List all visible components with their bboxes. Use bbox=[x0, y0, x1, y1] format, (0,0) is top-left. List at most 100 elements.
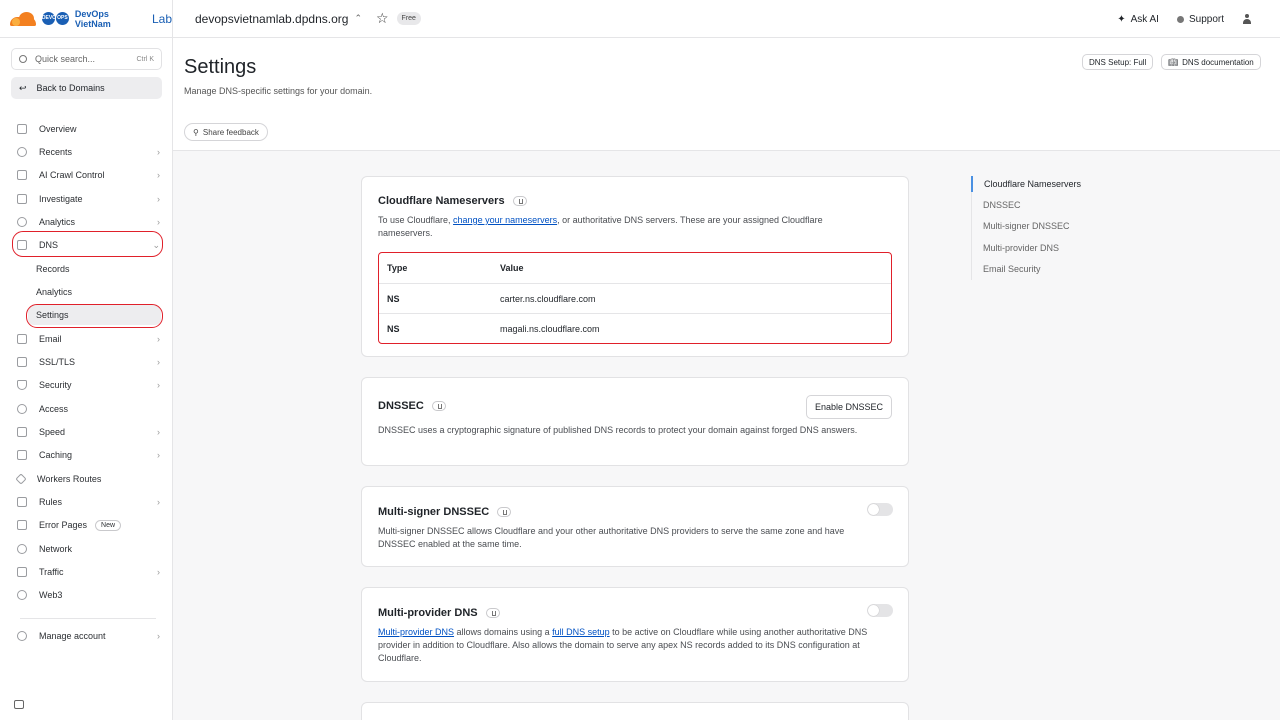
sidebar-item-ssl-tls[interactable]: SSL/TLS › bbox=[14, 352, 160, 372]
new-badge: New bbox=[95, 519, 122, 531]
quick-search-input[interactable]: Quick search... Ctrl K bbox=[11, 48, 162, 70]
sidebar: Quick search... Ctrl K ↩ Back to Domains… bbox=[0, 38, 173, 720]
chevron-right-icon: › bbox=[157, 380, 160, 390]
sidebar-item-label: Access bbox=[39, 404, 69, 414]
table-row: NS carter.ns.cloudflare.com bbox=[379, 283, 891, 313]
collapse-sidebar-icon[interactable] bbox=[14, 700, 24, 709]
share-feedback-label: Share feedback bbox=[202, 127, 259, 137]
dnssec-description: DNSSEC uses a cryptographic signature of… bbox=[378, 425, 858, 435]
star-icon[interactable]: ☆ bbox=[376, 10, 389, 27]
sidebar-item-manage-account[interactable]: Manage account › bbox=[14, 626, 160, 646]
sidebar-item-network[interactable]: Network bbox=[14, 539, 160, 559]
toc-email-security[interactable]: Email Security bbox=[971, 261, 1041, 277]
search-icon bbox=[19, 55, 27, 63]
book-icon[interactable] bbox=[497, 507, 512, 517]
sparkle-icon: ✦ bbox=[1117, 13, 1126, 25]
lock-icon bbox=[17, 357, 27, 367]
investigate-icon bbox=[17, 194, 27, 204]
full-dns-setup-link[interactable]: full DNS setup bbox=[552, 627, 610, 637]
sidebar-item-analytics[interactable]: Analytics › bbox=[14, 212, 160, 232]
multisigner-card: Multi-signer DNSSEC Multi-signer DNSSEC … bbox=[361, 486, 909, 567]
domain-selector[interactable]: devopsvietnamlab.dpdns.org ⌃ bbox=[195, 12, 362, 26]
nameservers-card: Cloudflare Nameservers To use Cloudflare… bbox=[361, 176, 909, 357]
sidebar-item-rules[interactable]: Rules › bbox=[14, 492, 160, 512]
badge-left: DEVO bbox=[41, 12, 56, 25]
dnssec-card: DNSSEC Enable DNSSEC DNSSEC uses a crypt… bbox=[361, 377, 909, 466]
back-to-domains-button[interactable]: ↩ Back to Domains bbox=[11, 77, 162, 99]
book-icon[interactable] bbox=[485, 608, 500, 618]
toc-multisigner[interactable]: Multi-signer DNSSEC bbox=[971, 218, 1070, 234]
sidebar-item-label: SSL/TLS bbox=[39, 357, 76, 367]
sidebar-item-ai-crawl-control[interactable]: AI Crawl Control › bbox=[14, 165, 160, 185]
sidebar-item-overview[interactable]: Overview bbox=[14, 119, 160, 139]
sidebar-item-label: Caching bbox=[39, 450, 73, 460]
chevron-right-icon: › bbox=[157, 334, 160, 344]
sidebar-item-security[interactable]: Security › bbox=[14, 375, 160, 395]
ask-ai-button[interactable]: ✦ Ask AI bbox=[1117, 14, 1159, 25]
user-icon[interactable] bbox=[1242, 14, 1252, 24]
toc-nameservers[interactable]: Cloudflare Nameservers bbox=[971, 176, 1081, 192]
multiprovider-toggle[interactable] bbox=[867, 604, 893, 617]
sidebar-item-caching[interactable]: Caching › bbox=[14, 445, 160, 465]
analytics-icon bbox=[17, 217, 27, 227]
sidebar-subitem-analytics[interactable]: Analytics bbox=[36, 282, 156, 302]
multisigner-toggle[interactable] bbox=[867, 503, 893, 516]
chevron-right-icon: › bbox=[157, 217, 160, 227]
toc-dnssec[interactable]: DNSSEC bbox=[971, 197, 1021, 213]
dns-setup-button[interactable]: DNS Setup: Full bbox=[1082, 54, 1154, 70]
enable-dnssec-button[interactable]: Enable DNSSEC bbox=[806, 395, 893, 419]
gear-icon bbox=[17, 631, 27, 641]
multiprovider-title: Multi-provider DNS bbox=[378, 607, 500, 619]
sidebar-item-workers-routes[interactable]: Workers Routes bbox=[14, 469, 160, 489]
sidebar-item-label: Email bbox=[39, 334, 62, 344]
sidebar-subitem-records[interactable]: Records bbox=[36, 259, 156, 279]
top-bar: DEVO OPS DevOps VietNam Lab devopsvietna… bbox=[0, 0, 1280, 38]
sidebar-item-label: Analytics bbox=[39, 217, 76, 227]
row-value: carter.ns.cloudflare.com bbox=[500, 293, 596, 304]
sidebar-item-email[interactable]: Email › bbox=[14, 329, 160, 349]
next-card-partial bbox=[361, 702, 909, 720]
chevron-updown-icon: ⌃ bbox=[354, 13, 362, 23]
sidebar-item-error-pages[interactable]: Error Pages New bbox=[14, 515, 160, 535]
sidebar-item-traffic[interactable]: Traffic › bbox=[14, 562, 160, 582]
sidebar-item-recents[interactable]: Recents › bbox=[14, 142, 160, 162]
brand-logo[interactable]: DEVO OPS DevOps VietNam Lab bbox=[0, 0, 173, 38]
support-button[interactable]: Support bbox=[1176, 14, 1224, 25]
chevron-right-icon: › bbox=[157, 497, 160, 507]
chevron-right-icon: › bbox=[157, 631, 160, 641]
sidebar-item-label: Error Pages bbox=[39, 520, 88, 530]
dns-documentation-button[interactable]: 📖︎ DNS documentation bbox=[1161, 54, 1261, 70]
change-nameservers-link[interactable]: change your nameservers bbox=[453, 215, 557, 225]
sidebar-item-label: Workers Routes bbox=[37, 474, 102, 484]
column-value: Value bbox=[500, 263, 524, 273]
multiprovider-link[interactable]: Multi-provider DNS bbox=[378, 627, 454, 637]
shield-icon bbox=[17, 380, 27, 390]
chevron-right-icon: › bbox=[157, 427, 160, 437]
chevron-right-icon: › bbox=[157, 170, 160, 180]
page-subtitle: Manage DNS-specific settings for your do… bbox=[184, 86, 373, 96]
network-icon bbox=[17, 544, 27, 554]
chevron-right-icon: › bbox=[157, 147, 160, 157]
chevron-right-icon: › bbox=[157, 567, 160, 577]
toc-multiprovider[interactable]: Multi-provider DNS bbox=[971, 240, 1059, 256]
chevron-right-icon: › bbox=[157, 194, 160, 204]
sidebar-item-label: Manage account bbox=[39, 631, 106, 641]
access-icon bbox=[17, 404, 27, 414]
brand-name: DevOps VietNam bbox=[74, 8, 111, 29]
bolt-icon bbox=[17, 427, 27, 437]
book-icon[interactable] bbox=[512, 196, 527, 206]
sidebar-item-access[interactable]: Access bbox=[14, 399, 160, 419]
rules-icon bbox=[17, 497, 27, 507]
sidebar-item-web3[interactable]: Web3 bbox=[14, 585, 160, 605]
web3-icon bbox=[17, 590, 27, 600]
page-header: Settings Manage DNS-specific settings fo… bbox=[173, 38, 1280, 151]
highlight-dns bbox=[12, 231, 163, 257]
multisigner-title-text: Multi-signer DNSSEC bbox=[378, 506, 490, 518]
column-type: Type bbox=[387, 263, 408, 273]
book-icon[interactable] bbox=[431, 401, 446, 411]
sidebar-item-investigate[interactable]: Investigate › bbox=[14, 189, 160, 209]
sidebar-item-label: Web3 bbox=[39, 590, 63, 600]
sidebar-item-speed[interactable]: Speed › bbox=[14, 422, 160, 442]
share-feedback-button[interactable]: ⚲ Share feedback bbox=[184, 123, 268, 141]
link-icon: ⚲ bbox=[193, 127, 199, 137]
